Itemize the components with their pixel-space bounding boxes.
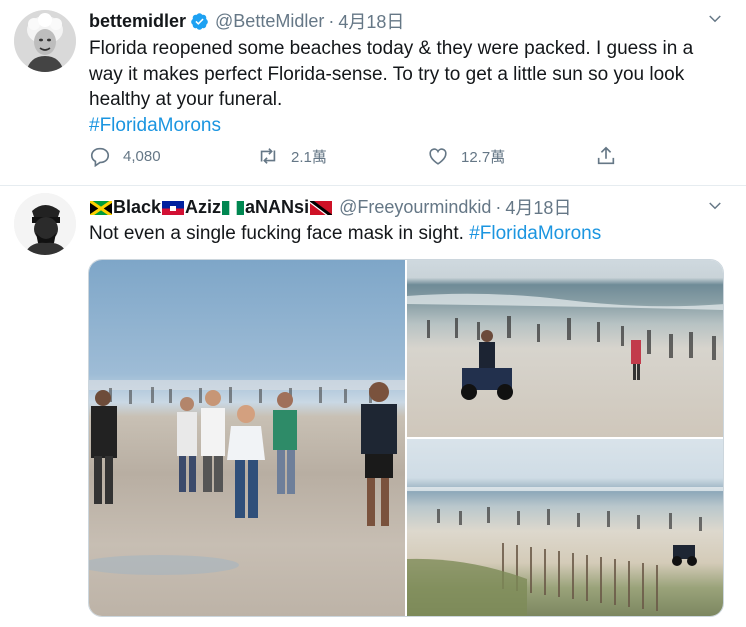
separator-dot: · [328, 10, 335, 31]
share-icon [597, 146, 615, 165]
hashtag-link[interactable]: #FloridaMorons [89, 115, 221, 136]
tweet-body: Not even a single fucking face mask in s… [89, 223, 464, 244]
separator-dot: · [495, 196, 502, 217]
tweet-body: Florida reopened some beaches today & th… [89, 38, 694, 110]
reply-count: 4,080 [123, 147, 161, 165]
tweet-date[interactable]: 4月18日 [505, 194, 571, 220]
media-photo-1[interactable] [89, 260, 405, 616]
jamaica-flag-icon [90, 199, 112, 215]
tweet-header: bettemidler @BetteMidler · 4月18日 [89, 9, 706, 33]
trinidad-flag-icon [310, 200, 333, 215]
reply-icon [90, 147, 110, 167]
display-name[interactable]: bettemidler [89, 11, 186, 32]
name-part-1: Black [113, 196, 162, 217]
tweet-text: Not even a single fucking face mask in s… [89, 221, 722, 247]
media-grid [88, 259, 724, 617]
heart-icon [429, 148, 447, 165]
avatar-freeyourmindkid[interactable] [14, 193, 76, 255]
display-name[interactable]: Black Aziz aNANsi [89, 197, 333, 218]
hashtag-link[interactable]: #FloridaMorons [469, 223, 601, 244]
handle[interactable]: @Freeyourmindkid [339, 197, 491, 218]
like-button[interactable]: 12.7萬 [427, 143, 505, 169]
avatar-bettemidler[interactable] [14, 10, 76, 72]
like-count: 12.7萬 [461, 148, 506, 166]
media-photo-3[interactable] [407, 439, 723, 616]
chevron-down-icon[interactable] [706, 197, 724, 215]
share-button[interactable] [595, 143, 629, 169]
media-photo-2[interactable] [407, 260, 723, 437]
name-part-2: Aziz [185, 196, 222, 217]
tweet-2[interactable]: Black Aziz aNANsi @Freeyourmindkid · 4月1… [0, 187, 746, 627]
tweet-date[interactable]: 4月18日 [338, 8, 404, 34]
retweet-count: 2.1萬 [291, 148, 327, 166]
tweet-header: Black Aziz aNANsi @Freeyourmindkid · 4月1… [89, 195, 706, 219]
retweet-icon [260, 148, 276, 164]
handle[interactable]: @BetteMidler [215, 11, 324, 32]
chevron-down-icon[interactable] [706, 10, 724, 28]
name-part-3: aNANsi [245, 196, 310, 217]
haiti-flag-icon [162, 200, 185, 215]
nigeria-flag-icon [222, 200, 245, 215]
tweet-1[interactable]: bettemidler @BetteMidler · 4月18日 Florida… [0, 0, 746, 186]
tweet-actions: 4,080 2.1萬 12.7萬 [89, 143, 629, 169]
reply-button[interactable]: 4,080 [89, 143, 161, 169]
tweet-text: Florida reopened some beaches today & th… [89, 36, 722, 138]
retweet-button[interactable]: 2.1萬 [257, 143, 327, 169]
verified-badge-icon [190, 12, 209, 31]
